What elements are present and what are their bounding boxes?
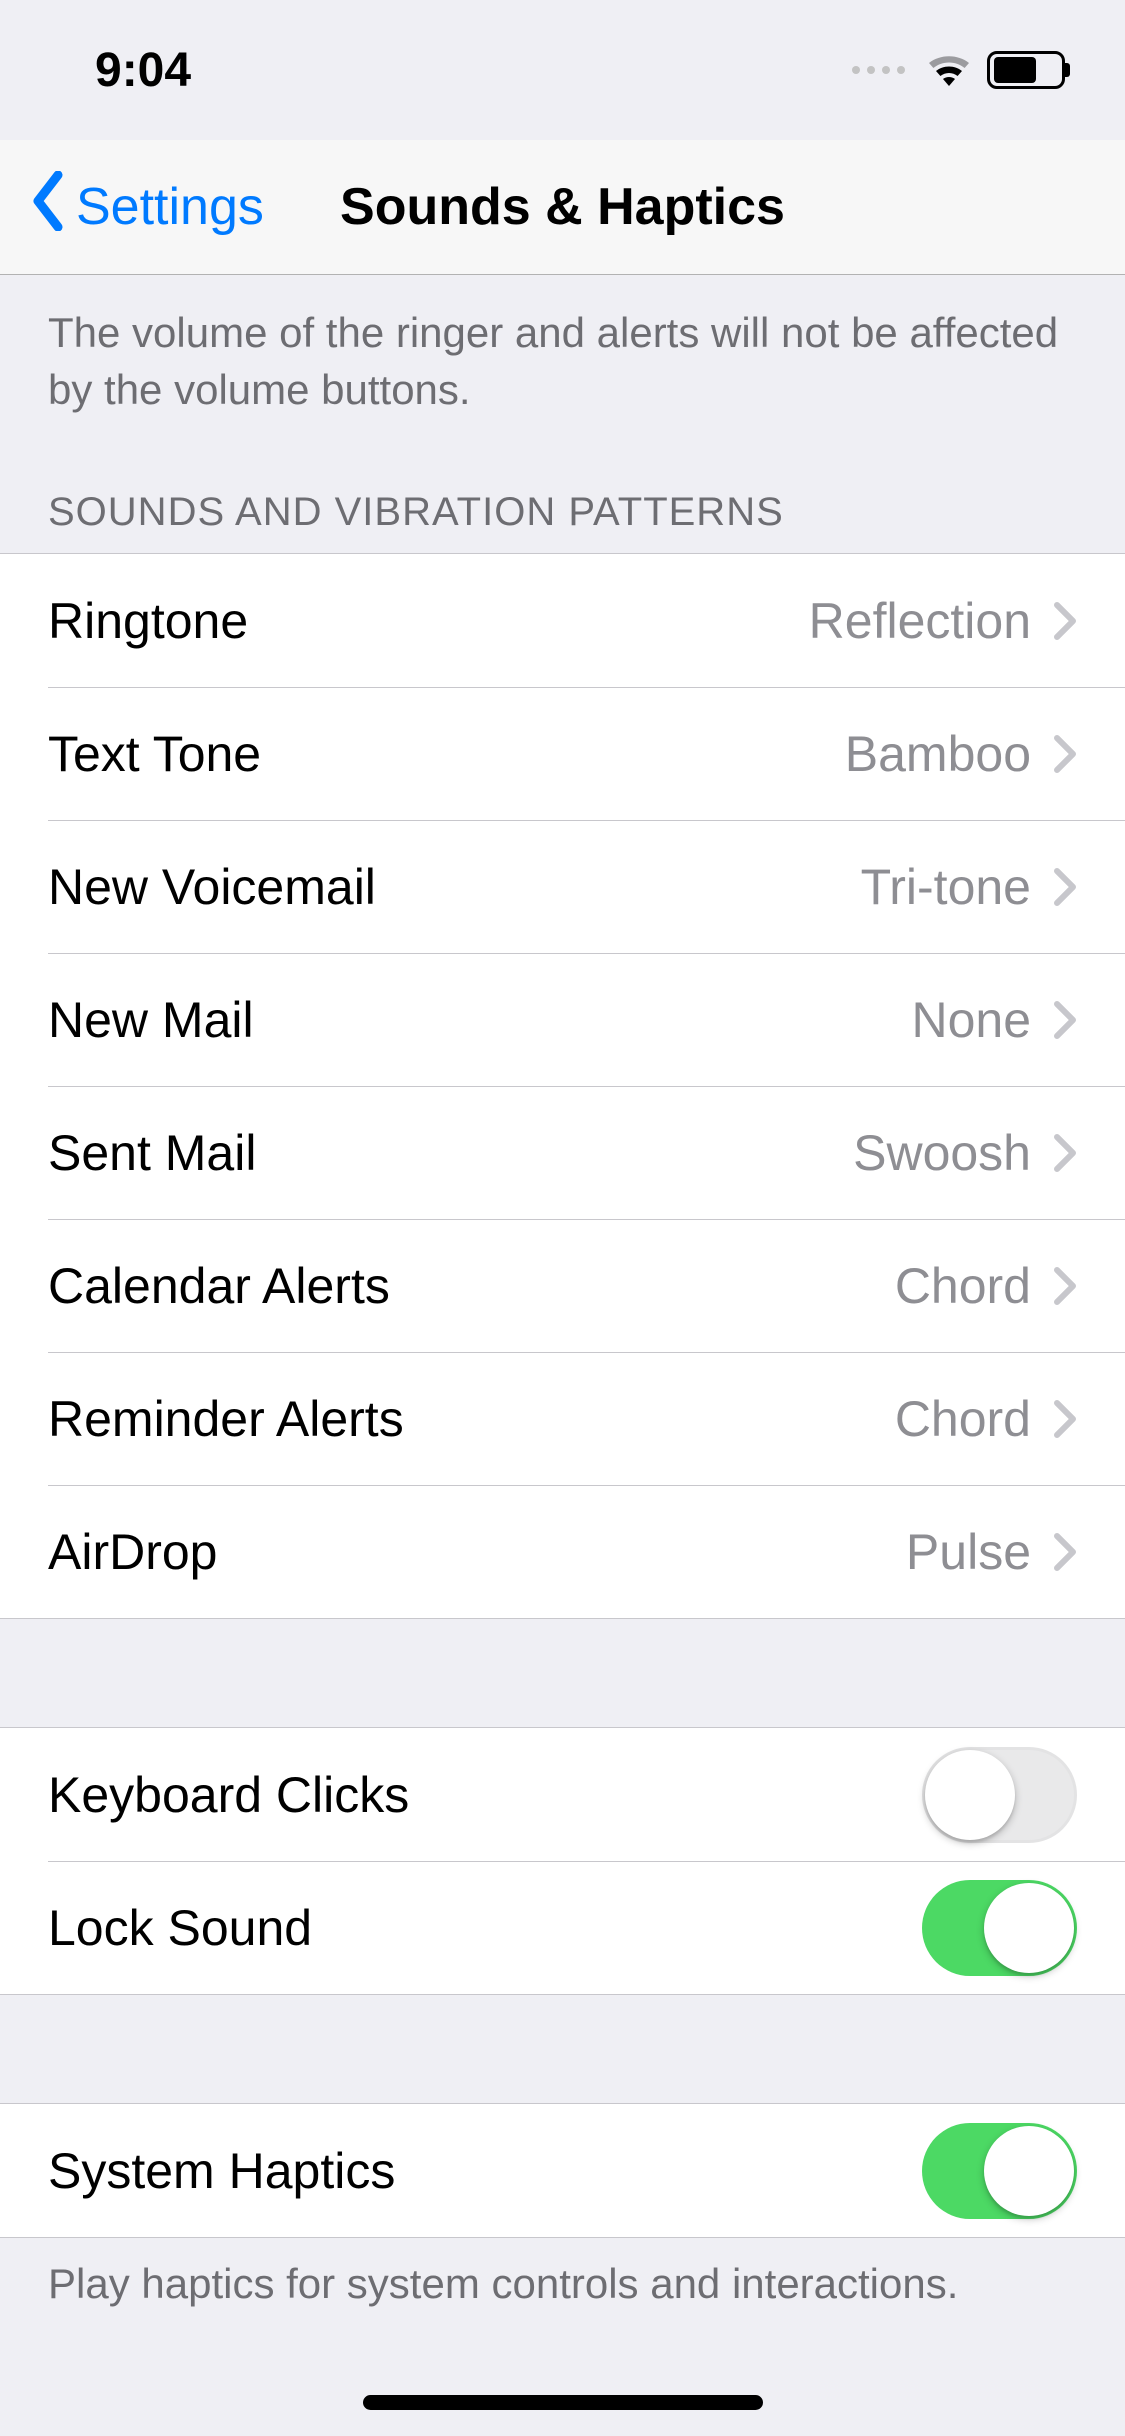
row-label: New Mail [48, 991, 911, 1049]
row-value: Chord [895, 1257, 1031, 1315]
row-value: Chord [895, 1390, 1031, 1448]
toggle-system-haptics[interactable] [922, 2123, 1077, 2219]
row-value: Tri-tone [861, 858, 1031, 916]
row-value: Swoosh [853, 1124, 1031, 1182]
row-value: Bamboo [845, 725, 1031, 783]
row-text-tone[interactable]: Text Tone Bamboo [0, 687, 1125, 820]
row-keyboard-clicks: Keyboard Clicks [0, 1728, 1125, 1861]
chevron-right-icon [1053, 1133, 1077, 1173]
row-label: System Haptics [48, 2142, 922, 2200]
haptics-footer: Play haptics for system controls and int… [0, 2238, 1125, 2358]
row-label: Keyboard Clicks [48, 1766, 922, 1824]
toggle-list-keyboard-lock: Keyboard Clicks Lock Sound [0, 1727, 1125, 1995]
row-value: None [911, 991, 1031, 1049]
row-calendar-alerts[interactable]: Calendar Alerts Chord [0, 1219, 1125, 1352]
chevron-left-icon [30, 171, 66, 244]
row-sent-mail[interactable]: Sent Mail Swoosh [0, 1086, 1125, 1219]
chevron-right-icon [1053, 1266, 1077, 1306]
row-label: Calendar Alerts [48, 1257, 895, 1315]
toggle-lock-sound[interactable] [922, 1880, 1077, 1976]
battery-icon [987, 51, 1065, 89]
back-button[interactable]: Settings [30, 171, 264, 244]
chevron-right-icon [1053, 1000, 1077, 1040]
group-gap [0, 1619, 1125, 1727]
volume-note: The volume of the ringer and alerts will… [0, 275, 1125, 440]
row-label: New Voicemail [48, 858, 861, 916]
chevron-right-icon [1053, 734, 1077, 774]
toggle-list-haptics: System Haptics [0, 2103, 1125, 2238]
chevron-right-icon [1053, 601, 1077, 641]
wifi-icon [925, 52, 973, 88]
chevron-right-icon [1053, 1399, 1077, 1439]
section-header-sounds: SOUNDS AND VIBRATION PATTERNS [0, 440, 1125, 553]
row-label: Reminder Alerts [48, 1390, 895, 1448]
row-value: Pulse [906, 1523, 1031, 1581]
row-new-mail[interactable]: New Mail None [0, 953, 1125, 1086]
back-label: Settings [76, 177, 264, 237]
nav-bar: Settings Sounds & Haptics [0, 140, 1125, 275]
chevron-right-icon [1053, 867, 1077, 907]
toggle-keyboard-clicks[interactable] [922, 1747, 1077, 1843]
status-bar: 9:04 [0, 0, 1125, 140]
row-ringtone[interactable]: Ringtone Reflection [0, 554, 1125, 687]
sounds-list: Ringtone Reflection Text Tone Bamboo New… [0, 553, 1125, 1619]
page-title: Sounds & Haptics [340, 177, 785, 237]
status-right [852, 51, 1065, 89]
row-reminder-alerts[interactable]: Reminder Alerts Chord [0, 1352, 1125, 1485]
row-label: Sent Mail [48, 1124, 853, 1182]
row-lock-sound: Lock Sound [0, 1861, 1125, 1994]
row-label: Ringtone [48, 592, 809, 650]
row-new-voicemail[interactable]: New Voicemail Tri-tone [0, 820, 1125, 953]
row-label: AirDrop [48, 1523, 906, 1581]
row-system-haptics: System Haptics [0, 2104, 1125, 2237]
group-gap [0, 1995, 1125, 2103]
row-label: Text Tone [48, 725, 845, 783]
status-time: 9:04 [95, 43, 191, 98]
row-airdrop[interactable]: AirDrop Pulse [0, 1485, 1125, 1618]
home-indicator [363, 2395, 763, 2410]
chevron-right-icon [1053, 1532, 1077, 1572]
row-label: Lock Sound [48, 1899, 922, 1957]
row-value: Reflection [809, 592, 1031, 650]
cellular-signal-icon [852, 66, 905, 74]
